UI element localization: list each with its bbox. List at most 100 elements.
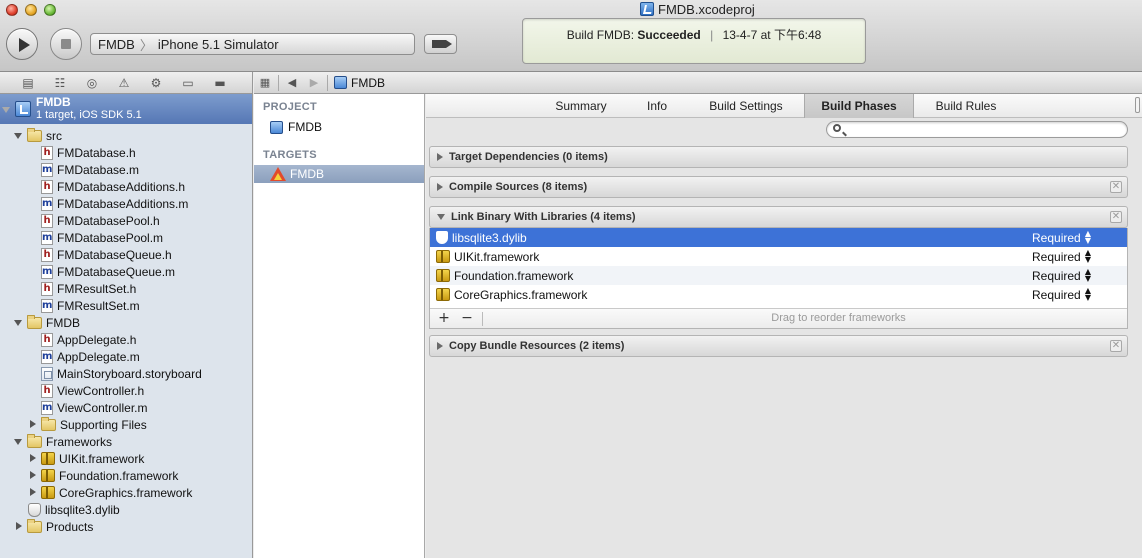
tree-item-label: FMDatabaseAdditions.m xyxy=(57,196,189,211)
tree-item-file[interactable]: m FMDatabaseAdditions.m xyxy=(0,195,252,212)
tree-item-label: Products xyxy=(46,519,94,534)
tree-item-file[interactable]: m FMResultSet.m xyxy=(0,297,252,314)
related-items-icon[interactable]: ▦ xyxy=(254,76,276,89)
tree-item-file[interactable]: h FMDatabaseQueue.h xyxy=(0,246,252,263)
tree-item-label: Supporting Files xyxy=(60,417,147,432)
tree-item-framework[interactable]: CoreGraphics.framework xyxy=(0,484,252,501)
implementation-file-icon: m xyxy=(41,349,53,364)
tab-summary[interactable]: Summary xyxy=(542,94,620,118)
stop-button[interactable] xyxy=(50,28,82,60)
tree-item-file[interactable]: m ViewController.m xyxy=(0,399,252,416)
tab-build-settings[interactable]: Build Settings xyxy=(696,94,796,118)
delete-phase-icon[interactable]: ✕ xyxy=(1110,211,1122,223)
disclosure-closed-icon[interactable] xyxy=(28,488,37,497)
forward-arrow-icon[interactable]: ▶ xyxy=(303,76,325,89)
tab-build-phases[interactable]: Build Phases xyxy=(804,94,914,118)
app-target-icon xyxy=(270,167,286,181)
issue-navigator-icon[interactable]: ⚠ xyxy=(117,76,131,90)
library-status[interactable]: Required xyxy=(1032,231,1081,245)
tab-build-rules[interactable]: Build Rules xyxy=(920,94,1012,118)
disclosure-open-icon[interactable] xyxy=(14,437,23,446)
jump-bar-divider xyxy=(327,74,328,91)
symbol-navigator-icon[interactable]: ☷ xyxy=(53,76,67,90)
tree-item-file[interactable]: m AppDelegate.m xyxy=(0,348,252,365)
library-row[interactable]: CoreGraphics.framework Required ▲ ▼ xyxy=(430,285,1127,304)
phase-title: Copy Bundle Resources (2 items) xyxy=(449,340,625,352)
close-window-button[interactable] xyxy=(6,4,18,16)
tree-item-label: FMDatabase.h xyxy=(57,145,136,160)
header-file-icon: h xyxy=(41,383,53,398)
log-navigator-icon[interactable]: ▬ xyxy=(213,76,227,90)
delete-phase-icon[interactable]: ✕ xyxy=(1110,181,1122,193)
status-popup-arrows-icon[interactable]: ▲ ▼ xyxy=(1084,287,1092,302)
phase-target-dependencies[interactable]: Target Dependencies (0 items) xyxy=(429,146,1128,168)
phase-copy-bundle-resources[interactable]: Copy Bundle Resources (2 items) ✕ xyxy=(429,335,1128,357)
disclosure-open-icon[interactable] xyxy=(437,214,445,220)
library-row[interactable]: libsqlite3.dylib Required ▲ ▼ xyxy=(430,228,1127,247)
delete-phase-icon[interactable]: ✕ xyxy=(1110,340,1122,352)
library-status[interactable]: Required xyxy=(1032,250,1081,264)
tree-item-file[interactable]: h ViewController.h xyxy=(0,382,252,399)
tree-item-src[interactable]: src xyxy=(0,127,252,144)
run-button[interactable] xyxy=(6,28,38,60)
disclosure-open-icon[interactable] xyxy=(2,105,11,114)
status-popup-arrows-icon[interactable]: ▲ ▼ xyxy=(1084,268,1092,283)
tree-item-supporting-files[interactable]: Supporting Files xyxy=(0,416,252,433)
tab-info[interactable]: Info xyxy=(630,94,684,118)
tree-item-dylib[interactable]: libsqlite3.dylib xyxy=(0,501,252,518)
tree-item-file[interactable]: m FMDatabase.m xyxy=(0,161,252,178)
breakpoints-button[interactable] xyxy=(424,34,457,54)
disclosure-closed-icon[interactable] xyxy=(437,183,443,191)
tree-item-file[interactable]: h FMResultSet.h xyxy=(0,280,252,297)
header-file-icon: h xyxy=(41,145,53,160)
breakpoint-navigator-icon[interactable]: ▭ xyxy=(181,76,195,90)
build-phases-filter-field[interactable] xyxy=(826,121,1128,138)
disclosure-closed-icon[interactable] xyxy=(14,522,23,531)
tree-item-framework[interactable]: Foundation.framework xyxy=(0,467,252,484)
tree-item-file[interactable]: m FMDatabasePool.m xyxy=(0,229,252,246)
tree-item-frameworks[interactable]: Frameworks xyxy=(0,433,252,450)
project-navigator-icon[interactable]: ▤ xyxy=(21,76,35,90)
stop-icon xyxy=(61,39,71,49)
tree-item-file[interactable]: h FMDatabaseAdditions.h xyxy=(0,178,252,195)
debug-navigator-icon[interactable]: ⚙ xyxy=(149,76,163,90)
scroll-indicator[interactable] xyxy=(1135,97,1140,113)
navigator-project-row[interactable]: FMDB 1 target, iOS SDK 5.1 xyxy=(0,94,252,124)
tree-item-file[interactable]: m FMDatabaseQueue.m xyxy=(0,263,252,280)
disclosure-closed-icon[interactable] xyxy=(28,471,37,480)
build-status: Succeeded xyxy=(637,28,701,42)
project-item[interactable]: FMDB xyxy=(254,118,424,136)
zoom-window-button[interactable] xyxy=(44,4,56,16)
phase-compile-sources[interactable]: Compile Sources (8 items) ✕ xyxy=(429,176,1128,198)
back-arrow-icon[interactable]: ◀ xyxy=(281,76,303,89)
project-navigator: FMDB 1 target, iOS SDK 5.1 src h FMDataba… xyxy=(0,94,253,558)
library-row[interactable]: Foundation.framework Required ▲ ▼ xyxy=(430,266,1127,285)
tree-item-products[interactable]: Products xyxy=(0,518,252,535)
library-row[interactable]: UIKit.framework Required ▲ ▼ xyxy=(430,247,1127,266)
search-navigator-icon[interactable]: ◎ xyxy=(85,76,99,90)
minimize-window-button[interactable] xyxy=(25,4,37,16)
disclosure-closed-icon[interactable] xyxy=(437,342,443,350)
tree-item-file[interactable]: MainStoryboard.storyboard xyxy=(0,365,252,382)
tree-item-label: Frameworks xyxy=(46,434,113,449)
status-popup-arrows-icon[interactable]: ▲ ▼ xyxy=(1084,230,1092,245)
activity-viewer: Build FMDB: Succeeded | 13-4-7 at 下午6:48 xyxy=(522,18,866,64)
tree-item-fmdb-group[interactable]: FMDB xyxy=(0,314,252,331)
tree-item-file[interactable]: h FMDatabase.h xyxy=(0,144,252,161)
breadcrumb[interactable]: FMDB xyxy=(334,76,385,90)
disclosure-closed-icon[interactable] xyxy=(437,153,443,161)
tree-item-framework[interactable]: UIKit.framework xyxy=(0,450,252,467)
tree-item-label: Foundation.framework xyxy=(59,468,179,483)
status-popup-arrows-icon[interactable]: ▲ ▼ xyxy=(1084,249,1092,264)
disclosure-closed-icon[interactable] xyxy=(28,454,37,463)
scheme-selector[interactable]: FMDB 〉 iPhone 5.1 Simulator xyxy=(90,33,415,55)
disclosure-open-icon[interactable] xyxy=(14,131,23,140)
disclosure-closed-icon[interactable] xyxy=(28,420,37,429)
library-status[interactable]: Required xyxy=(1032,269,1081,283)
phase-link-binary[interactable]: Link Binary With Libraries (4 items) ✕ xyxy=(429,206,1128,228)
library-status[interactable]: Required xyxy=(1032,288,1081,302)
disclosure-open-icon[interactable] xyxy=(14,318,23,327)
target-item[interactable]: FMDB xyxy=(254,165,424,183)
tree-item-file[interactable]: h FMDatabasePool.h xyxy=(0,212,252,229)
tree-item-file[interactable]: h AppDelegate.h xyxy=(0,331,252,348)
